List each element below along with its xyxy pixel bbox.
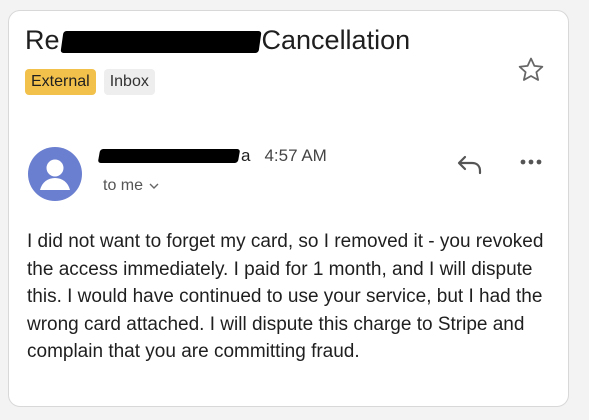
label-external[interactable]: External	[25, 69, 96, 95]
label-inbox[interactable]: Inbox	[103, 69, 155, 95]
sender-line: a 4:57 AM	[97, 146, 327, 166]
recipient-label: to me	[103, 177, 144, 194]
more-options-icon[interactable]	[517, 155, 545, 169]
email-body: I did not want to forget my card, so I r…	[27, 231, 544, 363]
sender-redaction-bar	[97, 149, 241, 163]
email-time: 4:57 AM	[264, 146, 327, 165]
chevron-down-icon	[149, 183, 159, 189]
redaction-bar	[59, 30, 262, 53]
person-avatar-icon	[28, 147, 82, 201]
reply-icon[interactable]	[455, 151, 485, 177]
email-card: Re Cancellation External Inbox a 4:57 AM …	[8, 10, 569, 407]
label-chips: External Inbox	[25, 69, 155, 95]
email-subject: Re Cancellation	[25, 23, 410, 57]
subject-prefix: Re	[25, 25, 60, 55]
star-icon[interactable]	[516, 55, 546, 85]
sender-name[interactable]: a	[241, 146, 250, 166]
recipient-toggle[interactable]: to me	[103, 177, 159, 195]
subject-suffix: Cancellation	[261, 25, 411, 55]
